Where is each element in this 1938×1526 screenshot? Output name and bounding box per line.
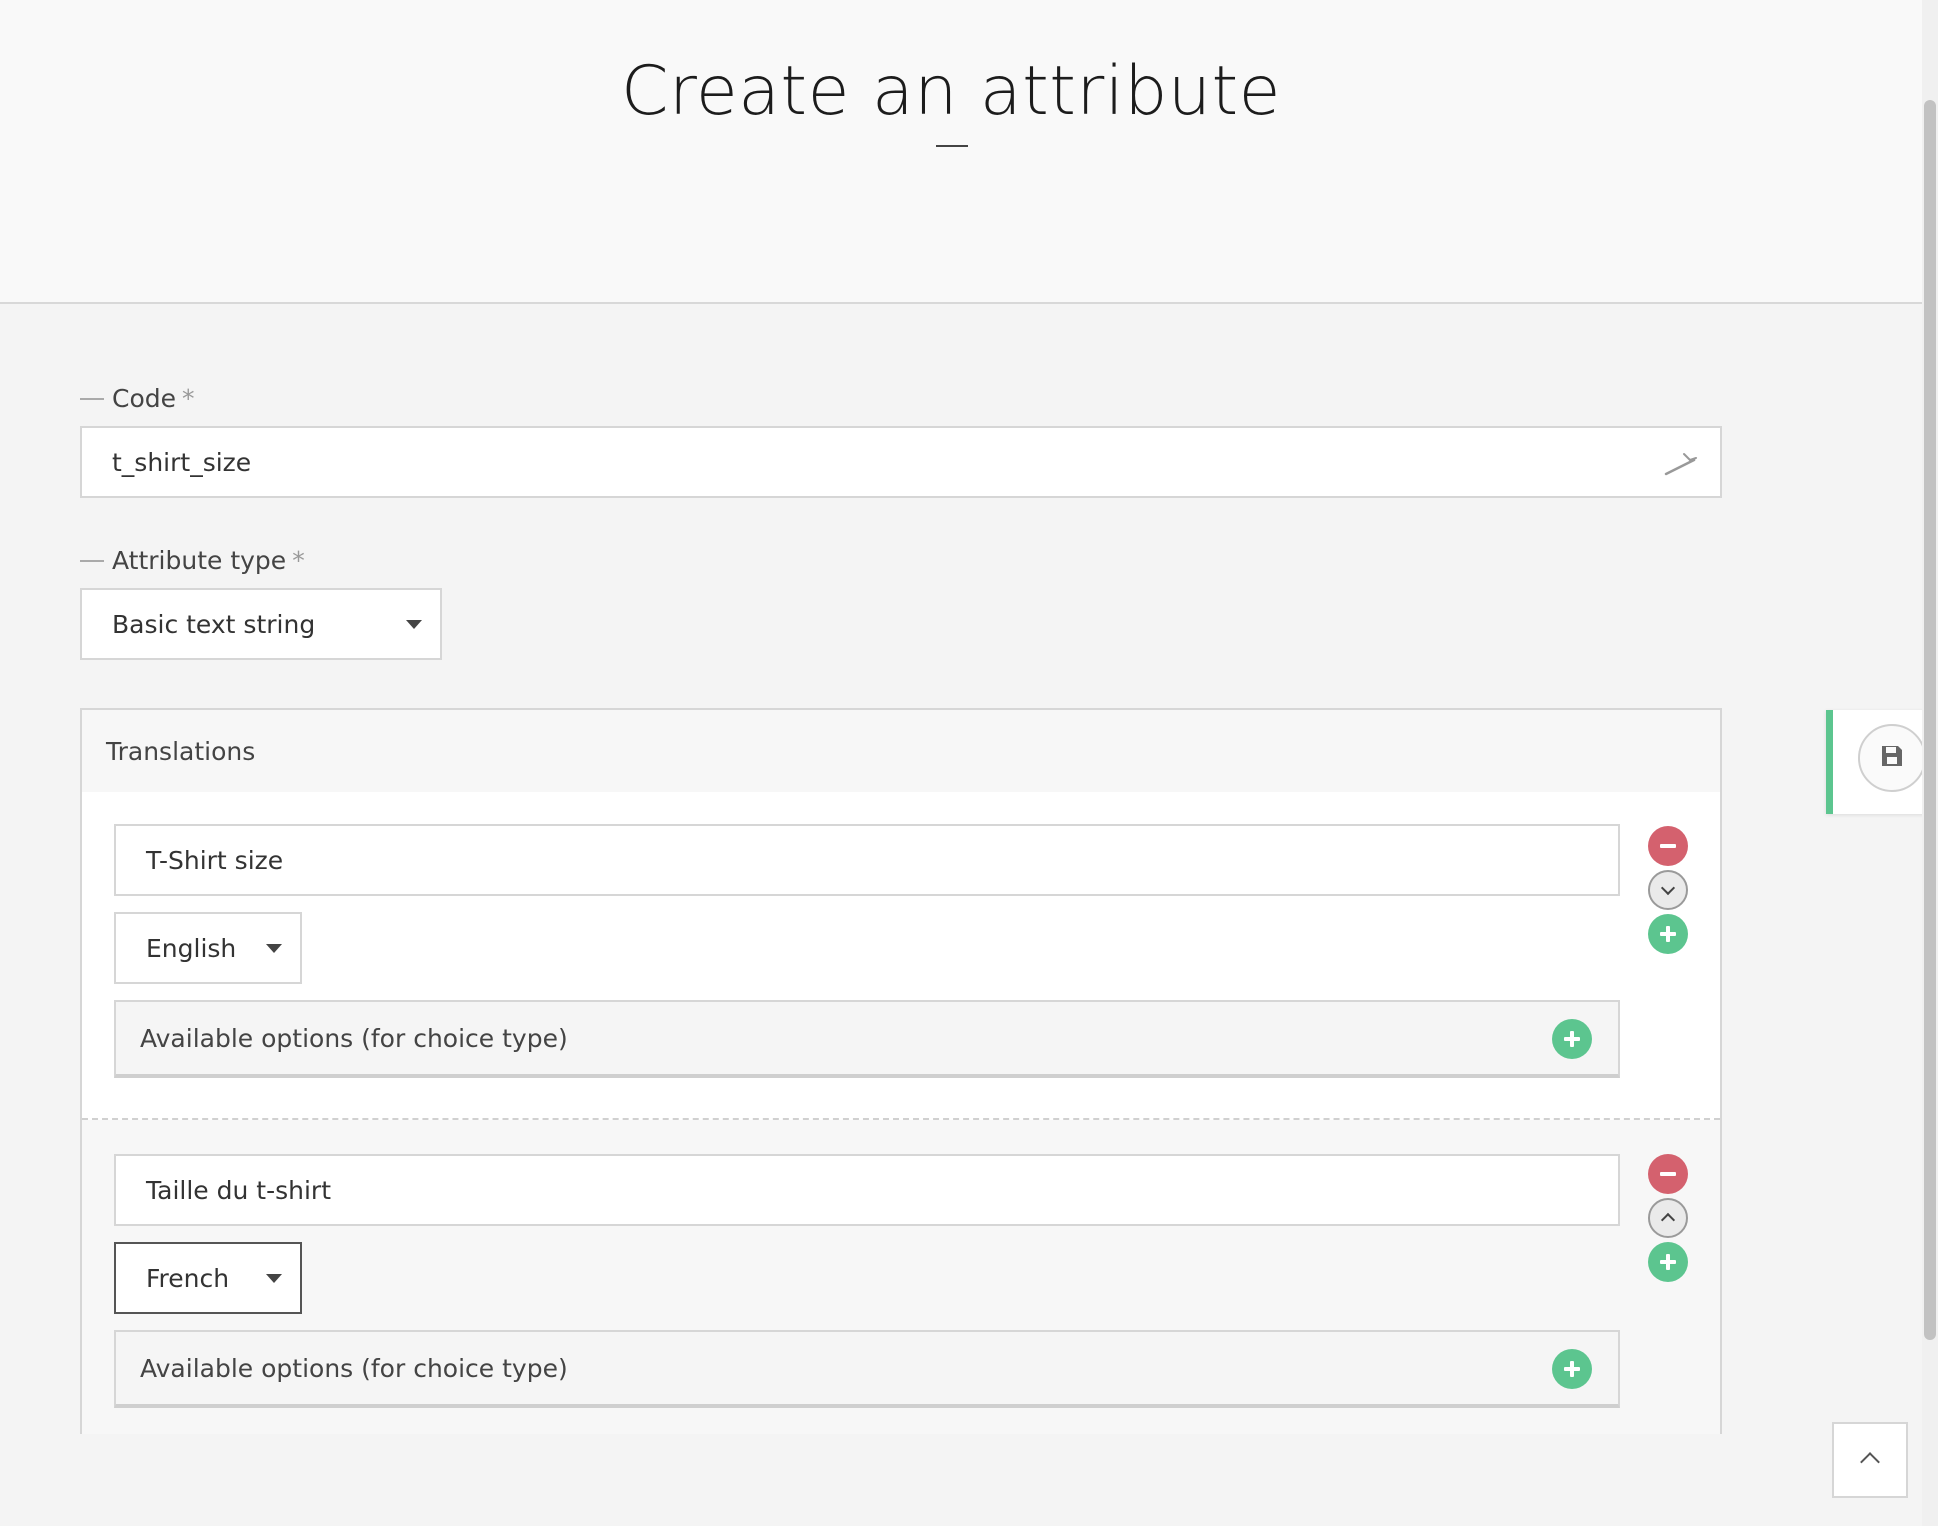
attribute-type-label: Attribute type * (80, 546, 305, 575)
translation-input[interactable]: T-Shirt size (114, 824, 1620, 896)
wand-icon[interactable] (1664, 450, 1698, 476)
label-dash (80, 397, 104, 400)
remove-translation-button[interactable] (1648, 1154, 1688, 1194)
minus-icon (1660, 844, 1676, 848)
minus-icon (1660, 1172, 1676, 1176)
caret-down-icon (266, 944, 282, 953)
plus-icon (1660, 926, 1676, 942)
chevron-up-icon (1660, 1212, 1676, 1228)
add-option-button[interactable] (1552, 1019, 1592, 1059)
language-select[interactable]: French (114, 1242, 302, 1314)
move-down-button[interactable] (1648, 870, 1688, 910)
add-translation-button[interactable] (1648, 1242, 1688, 1282)
add-translation-button[interactable] (1648, 914, 1688, 954)
available-options-bar: Available options (for choice type) (114, 1330, 1620, 1408)
language-value: English (146, 933, 237, 963)
language-select[interactable]: English (114, 912, 302, 984)
code-input[interactable]: t_shirt_size (80, 426, 1722, 498)
translation-input[interactable]: Taille du t-shirt (114, 1154, 1620, 1226)
caret-down-icon (266, 1274, 282, 1283)
move-up-button[interactable] (1648, 1198, 1688, 1238)
attribute-type-select[interactable]: Basic text string (80, 588, 442, 660)
translations-header: Translations (82, 710, 1720, 794)
code-label: Code * (80, 384, 195, 413)
attribute-type-label-text: Attribute type (112, 546, 287, 575)
available-options-label: Available options (for choice type) (140, 1023, 568, 1053)
floppy-disk-icon (1879, 743, 1905, 773)
available-options-label: Available options (for choice type) (140, 1353, 568, 1383)
required-mark: * (182, 384, 195, 413)
page-header: Create an attribute (0, 0, 1922, 304)
chevron-down-icon (1660, 880, 1676, 896)
title-underline (936, 145, 968, 147)
code-label-text: Code (112, 384, 177, 413)
translations-panel: Translations T-Shirt size English Availa… (80, 708, 1722, 1434)
chevron-up-icon (1860, 1452, 1880, 1472)
available-options-bar: Available options (for choice type) (114, 1000, 1620, 1078)
scroll-to-top-button[interactable] (1832, 1422, 1908, 1498)
translation-row: Taille du t-shirt French Available optio… (82, 1120, 1720, 1434)
plus-icon (1564, 1361, 1580, 1377)
code-input-value: t_shirt_size (112, 447, 252, 477)
plus-icon (1564, 1031, 1580, 1047)
caret-down-icon (406, 620, 422, 629)
translation-row: T-Shirt size English Available options (… (82, 792, 1720, 1120)
save-button[interactable] (1858, 724, 1926, 792)
attribute-type-value: Basic text string (112, 609, 316, 639)
required-mark: * (292, 546, 305, 575)
scrollbar-thumb[interactable] (1924, 100, 1936, 1340)
translation-value: Taille du t-shirt (146, 1175, 331, 1205)
language-value: French (146, 1263, 230, 1293)
add-option-button[interactable] (1552, 1349, 1592, 1389)
page-title: Create an attribute (620, 52, 1282, 131)
remove-translation-button[interactable] (1648, 826, 1688, 866)
plus-icon (1660, 1254, 1676, 1270)
label-dash (80, 559, 104, 562)
translation-value: T-Shirt size (146, 845, 284, 875)
